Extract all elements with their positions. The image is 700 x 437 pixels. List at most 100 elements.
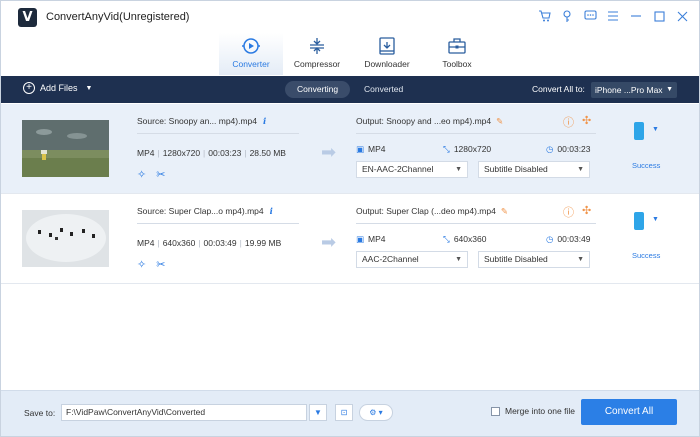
source-filename-text: Source: Super Clap...o mp4).mp4: [137, 206, 264, 216]
app-title: ConvertAnyVid(Unregistered): [46, 11, 190, 23]
convert-all-button[interactable]: Convert All: [581, 399, 677, 425]
scissors-icon[interactable]: ✂: [156, 258, 165, 271]
subtitle-select[interactable]: Subtitle Disabled ▼: [478, 251, 590, 268]
convert-all-select[interactable]: iPhone ...Pro Max ▼: [591, 82, 677, 98]
save-to-label: Save to:: [24, 408, 56, 418]
output-filename-text: Output: Super Clap (...deo mp4).mp4: [356, 206, 496, 216]
pencil-icon[interactable]: ✎: [496, 116, 503, 126]
chevron-down-icon: ▼: [455, 256, 462, 263]
divider: [356, 223, 596, 224]
plus-icon: +: [23, 82, 35, 94]
effect-icon[interactable]: ✧: [137, 258, 146, 271]
source-format: MP4: [137, 148, 155, 158]
close-icon[interactable]: [675, 9, 689, 23]
output-format-text: MP4: [368, 144, 386, 154]
arrow-right-icon: ➡: [321, 142, 337, 162]
output-format: ▣ MP4: [356, 234, 386, 245]
resize-icon: ⤡: [443, 144, 450, 154]
chevron-down-icon: ▼: [455, 166, 462, 173]
tab-toolbox[interactable]: Toolbox: [425, 33, 489, 75]
output-format-text: MP4: [368, 234, 386, 244]
audio-track-select[interactable]: AAC-2Channel ▼: [356, 251, 468, 268]
subtitle-value: Subtitle Disabled: [484, 164, 548, 174]
output-resolution-text: 640x360: [453, 234, 487, 244]
output-filename: Output: Super Clap (...deo mp4).mp4 ✎: [356, 206, 508, 217]
tab-downloader[interactable]: Downloader: [351, 33, 423, 75]
key-icon[interactable]: [560, 9, 574, 23]
file-row[interactable]: Source: Super Clap...o mp4).mp4 i MP4 | 640…: [1, 194, 699, 284]
output-duration-text: 00:03:49: [557, 234, 591, 244]
chevron-down-icon: ▼: [666, 86, 673, 93]
add-files-label: Add Files: [40, 83, 78, 93]
open-folder-button[interactable]: ⊡: [335, 404, 353, 421]
resize-icon: ⤡: [443, 234, 450, 244]
merge-label: Merge into one file: [505, 406, 575, 416]
video-thumbnail[interactable]: [22, 210, 109, 267]
output-resolution: ⤡ 1280x720: [443, 144, 491, 155]
app-logo: V: [18, 8, 37, 27]
folder-icon: ⊡: [340, 408, 348, 417]
minimize-icon[interactable]: [629, 9, 643, 23]
divider: [356, 133, 596, 134]
add-files-button[interactable]: + Add Files ▼: [23, 82, 92, 94]
source-meta: MP4 | 640x360 | 00:03:49 | 19.99 MB: [137, 238, 282, 248]
chevron-down-icon: ▼: [577, 256, 584, 263]
pencil-icon[interactable]: ✎: [501, 206, 508, 216]
info-circle-icon[interactable]: ⓘ: [563, 204, 574, 220]
file-row[interactable]: Source: Snoopy an... mp4).mp4 i MP4 | 1280x…: [1, 104, 699, 194]
checkbox-icon[interactable]: [491, 406, 500, 416]
app-window: V ConvertAnyVid(Unregistered) Converter …: [0, 0, 700, 437]
settings-split-icon[interactable]: ✣: [582, 204, 591, 220]
source-filename: Source: Snoopy an... mp4).mp4 i: [137, 116, 266, 127]
source-resolution: 640x360: [162, 238, 196, 248]
phone-icon[interactable]: [634, 212, 644, 230]
info-circle-icon[interactable]: ⓘ: [563, 114, 574, 130]
subtitle-select[interactable]: Subtitle Disabled ▼: [478, 161, 590, 178]
output-filename: Output: Snoopy and ...eo mp4).mp4 ✎: [356, 116, 503, 127]
source-size: 19.99 MB: [244, 238, 282, 248]
maximize-icon[interactable]: [652, 9, 666, 23]
clock-icon: ◷: [546, 144, 554, 154]
settings-button[interactable]: ⚙ ▾: [359, 404, 393, 421]
path-dropdown-button[interactable]: ▼: [309, 404, 327, 421]
tab-converter[interactable]: Converter: [219, 33, 283, 75]
bottom-bar: Save to: F:\VidPaw\ConvertAnyVid\Convert…: [1, 390, 699, 436]
info-icon[interactable]: i: [270, 207, 273, 217]
source-duration: 00:03:23: [208, 148, 242, 158]
audio-track-select[interactable]: EN-AAC-2Channel ▼: [356, 161, 468, 178]
gear-icon: ⚙ ▾: [369, 408, 383, 417]
info-icon[interactable]: i: [263, 117, 266, 127]
source-filename-text: Source: Snoopy an... mp4).mp4: [137, 116, 258, 126]
cart-icon[interactable]: [537, 9, 551, 23]
converter-icon: [242, 38, 260, 54]
output-duration: ◷ 00:03:49: [546, 234, 591, 245]
source-format: MP4: [137, 238, 155, 248]
source-filename: Source: Super Clap...o mp4).mp4 i: [137, 206, 273, 217]
chevron-down-icon[interactable]: ▼: [652, 126, 659, 133]
source-resolution: 1280x720: [162, 148, 201, 158]
chevron-down-icon[interactable]: ▼: [86, 85, 93, 92]
arrow-right-icon: ➡: [321, 232, 337, 252]
source-size: 28.50 MB: [249, 148, 286, 158]
tab-converted[interactable]: Converted: [352, 81, 415, 98]
save-path-input[interactable]: F:\VidPaw\ConvertAnyVid\Converted: [61, 404, 307, 421]
menu-icon[interactable]: [606, 9, 620, 23]
film-icon: ▣: [356, 144, 365, 154]
feedback-icon[interactable]: [583, 9, 597, 23]
downloader-icon: [379, 37, 395, 55]
settings-split-icon[interactable]: ✣: [582, 114, 591, 130]
toolbar: + Add Files ▼ Converting Converted Conve…: [1, 76, 699, 103]
merge-checkbox[interactable]: Merge into one file: [491, 406, 575, 416]
tab-converter-label: Converter: [232, 59, 270, 69]
title-bar: V ConvertAnyVid(Unregistered): [1, 1, 699, 33]
scissors-icon[interactable]: ✂: [156, 168, 165, 181]
effect-icon[interactable]: ✧: [137, 168, 146, 181]
tab-compressor[interactable]: Compressor: [285, 33, 349, 75]
phone-icon[interactable]: [634, 122, 644, 140]
chevron-down-icon[interactable]: ▼: [652, 216, 659, 223]
main-tabs: Converter Compressor Downloader Toolbox: [219, 33, 491, 75]
clock-icon: ◷: [546, 234, 554, 244]
convert-all-value: iPhone ...Pro Max: [595, 85, 663, 95]
tab-converting[interactable]: Converting: [285, 81, 351, 98]
video-thumbnail[interactable]: [22, 120, 109, 177]
